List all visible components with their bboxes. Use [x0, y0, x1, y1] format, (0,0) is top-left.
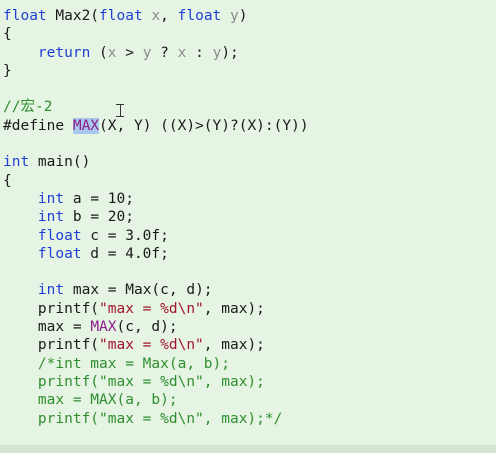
code-token: printf("max = %d\n", max);*/: [3, 410, 283, 427]
code-line[interactable]: int a = 10;: [3, 190, 309, 208]
code-token: b = 20;: [64, 209, 134, 226]
code-token: float: [3, 8, 47, 24]
code-token: "max = %d\n": [99, 300, 204, 317]
code-token: int: [37, 282, 65, 299]
code-line[interactable]: {: [3, 172, 309, 190]
code-line[interactable]: //宏-2: [3, 98, 309, 116]
code-line[interactable]: float Max2(float x, float y): [3, 7, 309, 25]
code-token: ?: [151, 44, 178, 61]
code-line[interactable]: max = MAX(a, b);: [3, 391, 309, 409]
code-line[interactable]: float c = 3.0f;: [3, 227, 309, 245]
code-token: main(): [29, 154, 91, 171]
code-line[interactable]: int max = Max(c, d);: [3, 281, 309, 299]
code-token: max =: [3, 319, 91, 336]
code-line[interactable]: int b = 20;: [3, 208, 309, 226]
code-token: float: [37, 245, 82, 262]
code-token: printf(: [3, 337, 100, 354]
code-token: printf("max = %d\n", max);: [3, 373, 265, 390]
code-token: ): [238, 8, 248, 24]
code-token: d = 4.0f;: [81, 245, 169, 262]
code-token: (X, Y) ((X)>(Y)?(X):(Y)): [99, 117, 309, 134]
code-token: max = Max(c, d);: [64, 282, 213, 299]
code-token: , max);: [203, 337, 265, 354]
code-line[interactable]: }: [3, 62, 309, 80]
code-line[interactable]: return (x > y ? x : y);: [3, 44, 309, 62]
code-line[interactable]: [3, 80, 309, 98]
code-line[interactable]: int main(): [3, 153, 309, 171]
editor-bottom-edge: [0, 445, 496, 453]
code-token: #define: [3, 117, 65, 134]
code-token: int: [37, 209, 65, 226]
code-line[interactable]: [3, 263, 309, 281]
code-line[interactable]: printf("max = %d\n", max);*/: [3, 410, 309, 428]
code-token: Max2(: [46, 8, 100, 24]
code-token: {: [3, 172, 12, 189]
code-token: , max);: [203, 300, 265, 317]
code-token: a = 10;: [64, 190, 134, 207]
code-token: (c, d);: [116, 319, 178, 336]
code-token: }: [3, 62, 12, 79]
code-line[interactable]: /*int max = Max(a, b);: [3, 355, 309, 373]
code-token: float: [99, 8, 143, 24]
code-token: ,: [160, 8, 178, 24]
code-token: /*int max = Max(a, b);: [3, 355, 230, 372]
code-line[interactable]: [3, 135, 309, 153]
code-token: float: [177, 8, 222, 24]
code-line[interactable]: printf("max = %d\n", max);: [3, 336, 309, 354]
code-line[interactable]: {: [3, 25, 309, 43]
code-line[interactable]: printf("max = %d\n", max);: [3, 373, 309, 391]
code-token: c = 3.0f;: [81, 227, 169, 244]
code-token: x: [151, 8, 161, 24]
code-token: x: [107, 44, 117, 61]
code-line[interactable]: float d = 4.0f;: [3, 245, 309, 263]
code-token: MAX: [90, 319, 117, 336]
code-line[interactable]: max = MAX(c, d);: [3, 318, 309, 336]
code-token: max = MAX(a, b);: [3, 392, 178, 409]
code-editor[interactable]: float Max2(float x, float y){ return (x …: [0, 0, 496, 453]
code-line[interactable]: printf("max = %d\n", max);: [3, 300, 309, 318]
code-token: int: [37, 190, 65, 207]
code-text-area[interactable]: float Max2(float x, float y){ return (x …: [3, 7, 309, 428]
code-token: int: [3, 154, 30, 171]
selected-token: MAX: [72, 117, 100, 134]
code-token: >: [116, 44, 143, 61]
code-token: printf(: [3, 300, 100, 317]
code-token: return: [37, 44, 91, 61]
code-token: float: [37, 227, 82, 244]
code-token: (: [90, 44, 108, 61]
code-token: //宏-2: [3, 99, 53, 116]
code-line[interactable]: #define MAX(X, Y) ((X)>(Y)?(X):(Y)): [3, 117, 309, 135]
code-token: {: [3, 26, 12, 43]
code-token: "max = %d\n": [99, 337, 204, 354]
code-token: );: [221, 44, 239, 61]
text-cursor-icon: [116, 104, 124, 117]
code-token: :: [186, 44, 213, 61]
code-token: y: [230, 8, 239, 24]
